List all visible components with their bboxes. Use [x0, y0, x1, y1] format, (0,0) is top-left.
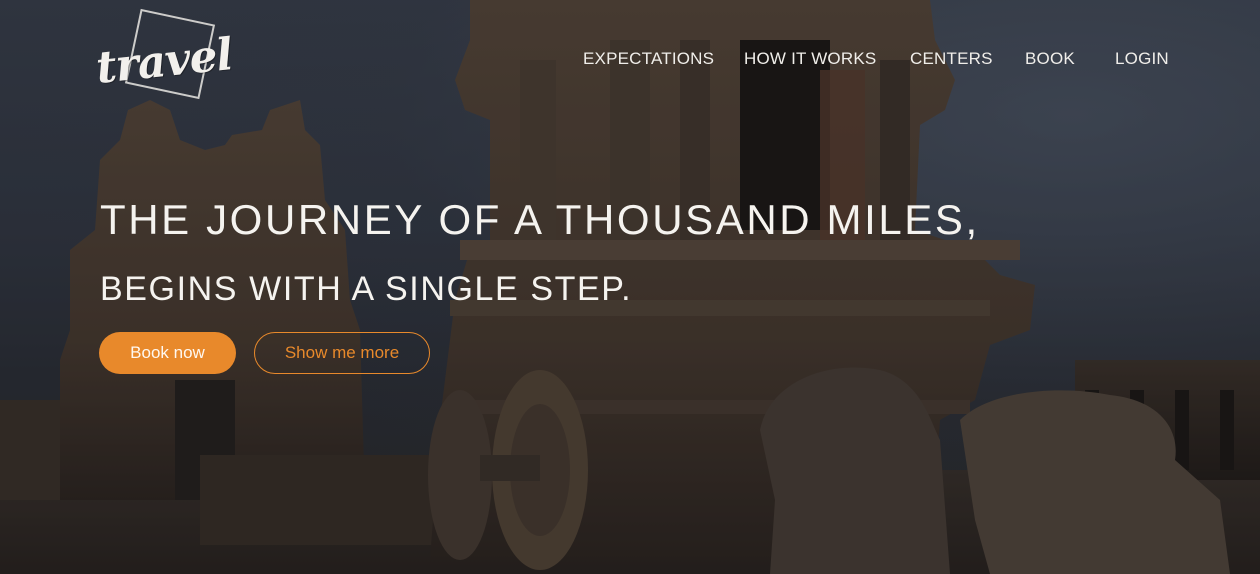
hero-subheadline: BEGINS WITH A SINGLE STEP. [100, 270, 633, 308]
nav-item-how-it-works[interactable]: HOW IT WORKS [744, 49, 876, 69]
nav-item-expectations[interactable]: EXPECTATIONS [583, 49, 714, 69]
show-me-more-button[interactable]: Show me more [254, 332, 430, 374]
nav-item-centers[interactable]: CENTERS [910, 49, 993, 69]
hero-section: travel EXPECTATIONS HOW IT WORKS CENTERS… [0, 0, 1260, 574]
nav-item-book[interactable]: BOOK [1025, 49, 1075, 69]
travel-logo[interactable]: travel [94, 8, 235, 108]
logo-wordmark: travel [93, 29, 235, 94]
hero-headline: THE JOURNEY OF A THOUSAND MILES, [100, 196, 980, 243]
nav-item-login[interactable]: LOGIN [1115, 49, 1169, 69]
book-now-button[interactable]: Book now [99, 332, 236, 374]
